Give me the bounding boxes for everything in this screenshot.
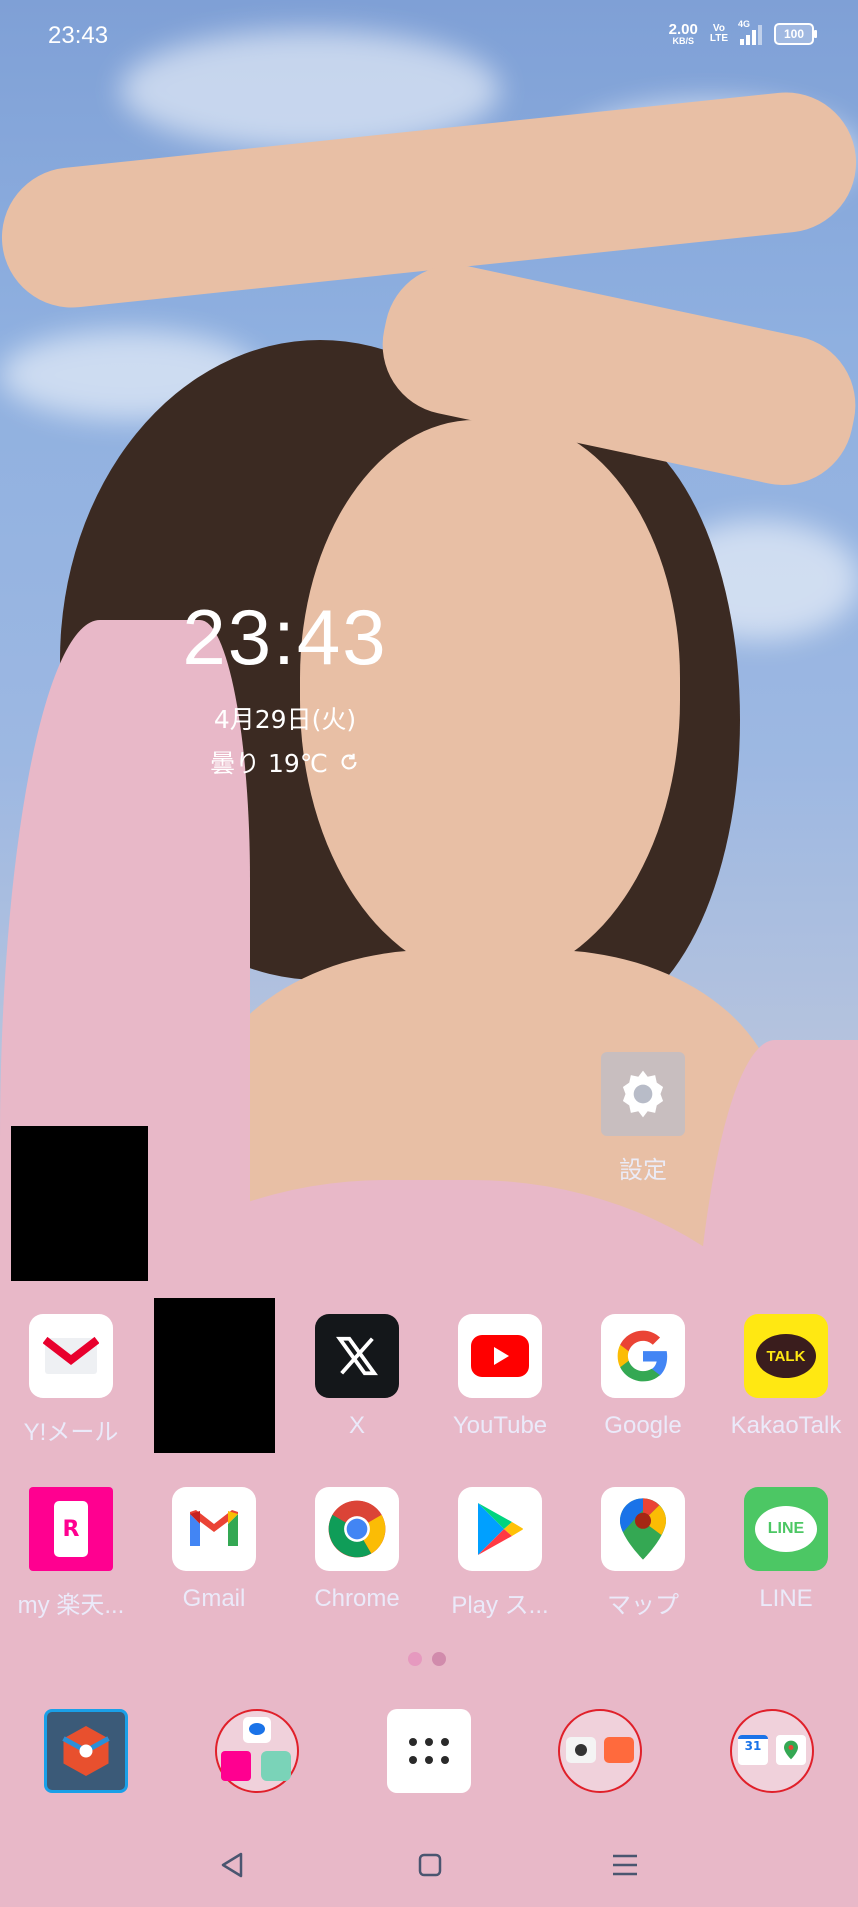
network-type: 4G	[738, 19, 751, 29]
menu-icon[interactable]	[605, 1845, 645, 1885]
app-maps[interactable]: マップ	[573, 1487, 713, 1620]
app-label: Chrome	[314, 1585, 400, 1612]
page-indicator	[408, 1652, 446, 1666]
page-dot	[408, 1652, 422, 1666]
rakuten-letter: R	[54, 1501, 88, 1557]
clock-widget[interactable]: 23:43 4月29日(火) 曇り 19℃	[170, 598, 400, 780]
app-label: X	[348, 1412, 365, 1439]
app-label: YouTube	[452, 1412, 548, 1439]
google-icon	[601, 1314, 685, 1398]
app-my-rakuten[interactable]: R my 楽天...	[1, 1487, 141, 1620]
calendar-maps-folder-icon[interactable]: 31	[730, 1709, 814, 1793]
app-drawer-icon[interactable]	[387, 1709, 471, 1793]
weather-text: 曇り 19℃	[210, 749, 328, 778]
navigation-bar	[0, 1807, 858, 1907]
camera-icon	[566, 1737, 596, 1763]
app-label: LINE	[759, 1585, 813, 1612]
app-x[interactable]: X	[287, 1314, 427, 1440]
app-label: Google	[604, 1412, 682, 1439]
status-bar: 23:43 2.00 KB/S Vo LTE 4G 100	[0, 0, 858, 76]
app-gmail[interactable]: Gmail	[144, 1487, 284, 1613]
settings-shortcut[interactable]: 設定	[573, 1052, 713, 1185]
camera-gallery-folder-icon[interactable]	[558, 1709, 642, 1793]
app-label: Y!メール	[23, 1419, 119, 1446]
network-speed-value: 2.00	[668, 21, 698, 38]
messages-icon	[243, 1717, 271, 1743]
clock-time: 23:43	[182, 593, 388, 681]
calendar-icon: 31	[738, 1735, 768, 1765]
app-line[interactable]: LINE LINE	[716, 1487, 856, 1613]
messaging-folder-icon[interactable]	[215, 1709, 299, 1793]
status-icons: 2.00 KB/S Vo LTE 4G 100	[669, 19, 817, 46]
app-google[interactable]: Google	[573, 1314, 713, 1440]
redacted-app	[154, 1298, 275, 1453]
line-bubble: LINE	[755, 1506, 817, 1552]
ymail-icon	[29, 1314, 113, 1398]
maps-mini-icon	[776, 1735, 806, 1765]
app-kakaotalk[interactable]: TALK KakaoTalk	[716, 1314, 856, 1440]
x-icon	[315, 1314, 399, 1398]
app-play-store[interactable]: Play ス...	[430, 1487, 570, 1620]
back-icon[interactable]	[212, 1845, 252, 1885]
network-speed: 2.00 KB/S	[669, 22, 698, 46]
gallery-icon	[604, 1737, 634, 1763]
battery-icon: 100	[774, 23, 817, 45]
app-youtube[interactable]: YouTube	[430, 1314, 570, 1440]
gmail-icon	[172, 1487, 256, 1571]
clock-date: 4月29日(火)	[213, 705, 357, 734]
phone-icon	[261, 1751, 291, 1781]
status-time: 23:43	[48, 22, 109, 49]
app-ymail[interactable]: Y!メール	[1, 1314, 141, 1447]
line-icon: LINE	[744, 1487, 828, 1571]
my-rakuten-icon: R	[29, 1487, 113, 1571]
battery-level: 100	[783, 27, 805, 41]
settings-label: 設定	[619, 1157, 667, 1184]
app-label: Gmail	[182, 1585, 246, 1612]
youtube-icon	[458, 1314, 542, 1398]
rakuten-link-icon	[221, 1751, 251, 1781]
redacted-widget	[11, 1126, 148, 1281]
nova-settings-icon[interactable]	[44, 1709, 128, 1793]
app-label: Play ス...	[451, 1592, 549, 1619]
weather: 曇り 19℃	[170, 744, 400, 780]
volte-bottom: LTE	[709, 33, 728, 44]
gear-icon	[601, 1052, 685, 1136]
refresh-icon[interactable]	[338, 751, 360, 773]
kakaotalk-bubble: TALK	[756, 1334, 816, 1378]
signal-icon: 4G	[738, 19, 762, 45]
wallpaper	[0, 0, 858, 1907]
home-icon[interactable]	[410, 1845, 450, 1885]
app-label: KakaoTalk	[730, 1412, 842, 1439]
chrome-icon	[315, 1487, 399, 1571]
volte-icon: Vo LTE	[709, 23, 728, 45]
app-label: マップ	[607, 1592, 679, 1619]
play-store-icon	[458, 1487, 542, 1571]
kakaotalk-icon: TALK	[744, 1314, 828, 1398]
page-dot	[432, 1652, 446, 1666]
network-speed-unit: KB/S	[672, 36, 694, 46]
app-label: my 楽天...	[17, 1592, 125, 1619]
app-chrome[interactable]: Chrome	[287, 1487, 427, 1613]
maps-icon	[601, 1487, 685, 1571]
